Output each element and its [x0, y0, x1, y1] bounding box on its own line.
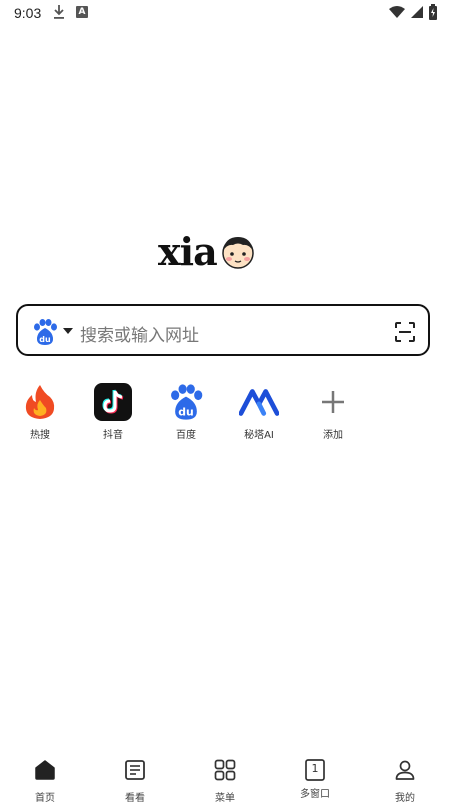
nav-label: 看看 [125, 793, 145, 804]
baidu-paw-icon[interactable]: du [31, 318, 59, 346]
metaso-icon [239, 382, 279, 422]
status-time: 9:03 [14, 5, 42, 21]
shortcut-label: 热搜 [30, 430, 50, 441]
shortcut-add[interactable]: 添加 [303, 382, 363, 441]
shortcut-label: 百度 [176, 430, 196, 441]
nav-windows[interactable]: 1 多窗口 [285, 758, 345, 800]
nav-label: 多窗口 [300, 789, 330, 800]
shortcut-metaso-ai[interactable]: 秘塔AI [229, 382, 289, 441]
scan-icon[interactable] [394, 321, 416, 343]
douyin-icon [93, 382, 133, 422]
signal-icon [411, 6, 423, 18]
plus-icon [313, 382, 353, 422]
shortcut-label: 抖音 [103, 430, 123, 441]
status-bar: 9:03 A [0, 0, 450, 26]
boy-face-icon [221, 237, 254, 269]
baidu-paw-icon: du [166, 382, 206, 422]
logo-text: xia [158, 229, 218, 274]
window-count: 1 [311, 762, 319, 775]
shortcut-label: 秘塔AI [244, 430, 274, 441]
battery-icon [429, 4, 437, 20]
search-input[interactable]: 搜索或输入网址 [80, 321, 199, 346]
bottom-nav: 首页 看看 菜单 1 多窗口 我的 [0, 752, 450, 804]
wifi-icon [389, 6, 405, 18]
nav-label: 菜单 [215, 793, 235, 804]
shortcut-douyin[interactable]: 抖音 [83, 382, 143, 441]
engine-dropdown-caret[interactable] [63, 328, 73, 334]
article-icon [125, 760, 145, 780]
status-right-icons [388, 4, 438, 20]
user-icon [395, 760, 415, 780]
svg-text:du: du [39, 335, 51, 344]
nav-mine[interactable]: 我的 [375, 758, 435, 804]
shortcut-baidu[interactable]: du 百度 [156, 382, 216, 441]
shortcut-grid: 热搜 抖音 du 百度 秘塔AI 添加 [0, 382, 450, 442]
shortcut-label: 添加 [323, 430, 343, 441]
a-notification-icon: A [76, 6, 88, 18]
app-logo: xia [158, 232, 257, 272]
fire-icon [20, 382, 60, 422]
svg-text:du: du [178, 406, 193, 419]
home-icon [35, 760, 55, 780]
nav-home[interactable]: 首页 [15, 758, 75, 804]
shortcut-hot-search[interactable]: 热搜 [10, 382, 70, 441]
nav-kankan[interactable]: 看看 [105, 758, 165, 804]
nav-label: 我的 [395, 793, 415, 804]
nav-menu[interactable]: 菜单 [195, 758, 255, 804]
nav-label: 首页 [35, 793, 55, 804]
grid-icon [214, 759, 236, 781]
download-icon [54, 5, 64, 19]
windows-icon: 1 [303, 758, 327, 782]
search-bar[interactable]: du 搜索或输入网址 [16, 304, 430, 356]
